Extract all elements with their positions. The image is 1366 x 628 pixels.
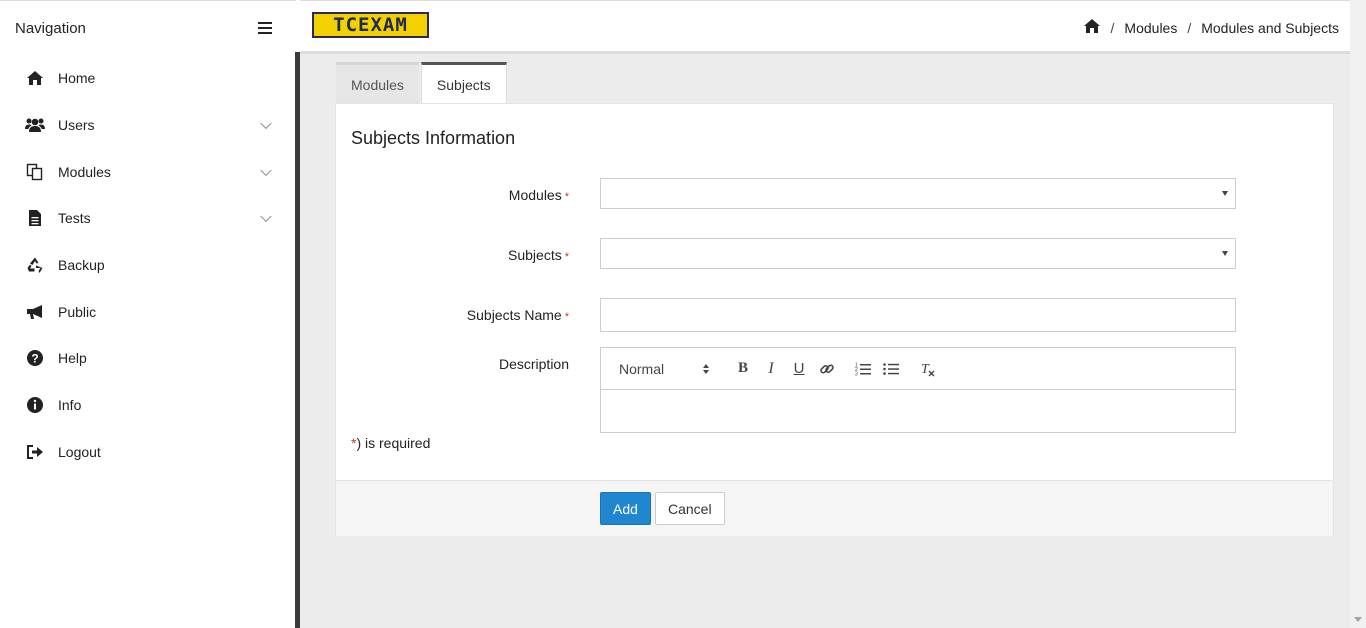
breadcrumb-separator: /: [1110, 19, 1115, 36]
sidebar-item-label: Help: [58, 350, 87, 367]
copy-icon: [24, 163, 46, 181]
hamburger-menu-icon[interactable]: [258, 22, 272, 34]
sidebar-item-label: Info: [58, 397, 82, 414]
top-header: TCEXAM / Modules / Modules and Subjects: [300, 0, 1350, 54]
recycle-icon: [24, 256, 46, 274]
required-marker: *: [564, 311, 569, 323]
modules-label: Modules *: [508, 187, 569, 203]
required-marker: *: [564, 251, 569, 263]
form-footer: Add Cancel: [336, 480, 1333, 536]
required-note-text: ) is required: [356, 435, 431, 451]
chevron-down-icon[interactable]: [260, 117, 272, 130]
bullet-list-icon[interactable]: [877, 357, 905, 381]
scroll-down-arrow-icon[interactable]: [1354, 617, 1362, 622]
tab-bar: Modules Subjects: [336, 62, 509, 104]
sidebar-title: Navigation: [15, 19, 86, 37]
sidebar-item-tests[interactable]: Tests: [0, 195, 296, 242]
sidebar-item-label: Public: [58, 303, 97, 320]
svg-text:3: 3: [855, 371, 858, 376]
editor-toolbar: Normal B I U 123 T: [601, 348, 1235, 390]
sidebar-nav: Home Users Modules Tests Backup Public ?…: [0, 55, 296, 475]
sidebar-item-label: Users: [58, 117, 95, 134]
required-note: *) is required: [351, 435, 430, 451]
svg-text:T: T: [921, 362, 930, 377]
ordered-list-icon[interactable]: 123: [849, 357, 877, 381]
breadcrumb-current: Modules and Subjects: [1201, 19, 1339, 36]
sidebar-item-help[interactable]: ? Help: [0, 335, 296, 382]
breadcrumb: / Modules / Modules and Subjects: [1083, 18, 1339, 37]
tab-modules[interactable]: Modules: [336, 62, 419, 104]
description-editor: Normal B I U 123 T: [600, 347, 1236, 433]
svg-text:?: ?: [31, 352, 38, 366]
form-title: Subjects Information: [351, 128, 516, 148]
subjects-name-label: Subjects Name *: [466, 307, 569, 323]
sidebar-item-label: Tests: [58, 210, 91, 227]
sidebar-item-logout[interactable]: Logout: [0, 429, 296, 476]
format-select-value: Normal: [619, 360, 665, 377]
dropdown-arrow-icon: [1222, 191, 1228, 196]
sidebar-item-label: Home: [58, 70, 96, 87]
format-select[interactable]: Normal: [619, 361, 709, 377]
chevron-down-icon[interactable]: [260, 211, 272, 223]
subjects-form-card: Subjects Information Modules * Subjects * …: [335, 103, 1334, 536]
add-button[interactable]: Add: [600, 492, 651, 525]
question-circle-icon: ?: [24, 349, 46, 367]
main-content: Modules Subjects Subjects Information Mo…: [300, 54, 1350, 628]
sidebar: Navigation Home Users Modules Tests Back…: [0, 0, 296, 628]
italic-icon[interactable]: I: [757, 357, 785, 381]
bold-icon[interactable]: B: [729, 357, 757, 381]
page-scrollbar[interactable]: [1350, 0, 1366, 628]
clear-format-icon[interactable]: T: [913, 357, 941, 381]
file-icon: [24, 209, 46, 227]
sidebar-item-label: Modules: [58, 163, 111, 180]
sign-out-icon: [24, 443, 46, 461]
sidebar-item-home[interactable]: Home: [0, 55, 296, 102]
updown-arrows-icon: [703, 363, 709, 374]
breadcrumb-separator: /: [1187, 19, 1192, 36]
modules-select[interactable]: [600, 178, 1236, 209]
sidebar-item-public[interactable]: Public: [0, 288, 296, 335]
logo-text: TCEXAM: [333, 14, 408, 36]
home-icon[interactable]: [1083, 18, 1101, 37]
users-icon: [24, 116, 46, 134]
info-circle-icon: [24, 396, 46, 414]
dropdown-arrow-icon: [1222, 251, 1228, 256]
sidebar-item-info[interactable]: Info: [0, 382, 296, 429]
link-icon[interactable]: [813, 357, 841, 381]
sidebar-item-modules[interactable]: Modules: [0, 148, 296, 195]
app-logo[interactable]: TCEXAM: [312, 12, 429, 38]
bullhorn-icon: [24, 303, 46, 321]
home-icon: [24, 69, 46, 87]
tab-subjects[interactable]: Subjects: [420, 62, 507, 104]
underline-icon[interactable]: U: [785, 357, 813, 381]
sidebar-item-label: Logout: [58, 443, 101, 460]
cancel-button[interactable]: Cancel: [655, 492, 725, 525]
subjects-name-input[interactable]: [600, 298, 1236, 332]
breadcrumb-modules[interactable]: Modules: [1124, 20, 1177, 36]
required-marker: *: [564, 191, 569, 203]
chevron-down-icon[interactable]: [260, 164, 272, 176]
description-label: Description: [498, 356, 569, 372]
sidebar-item-users[interactable]: Users: [0, 102, 296, 149]
sidebar-item-label: Backup: [58, 257, 105, 274]
sidebar-header: Navigation: [0, 1, 296, 55]
sidebar-item-backup[interactable]: Backup: [0, 242, 296, 289]
subjects-select[interactable]: [600, 238, 1236, 269]
subjects-label: Subjects *: [508, 247, 569, 263]
